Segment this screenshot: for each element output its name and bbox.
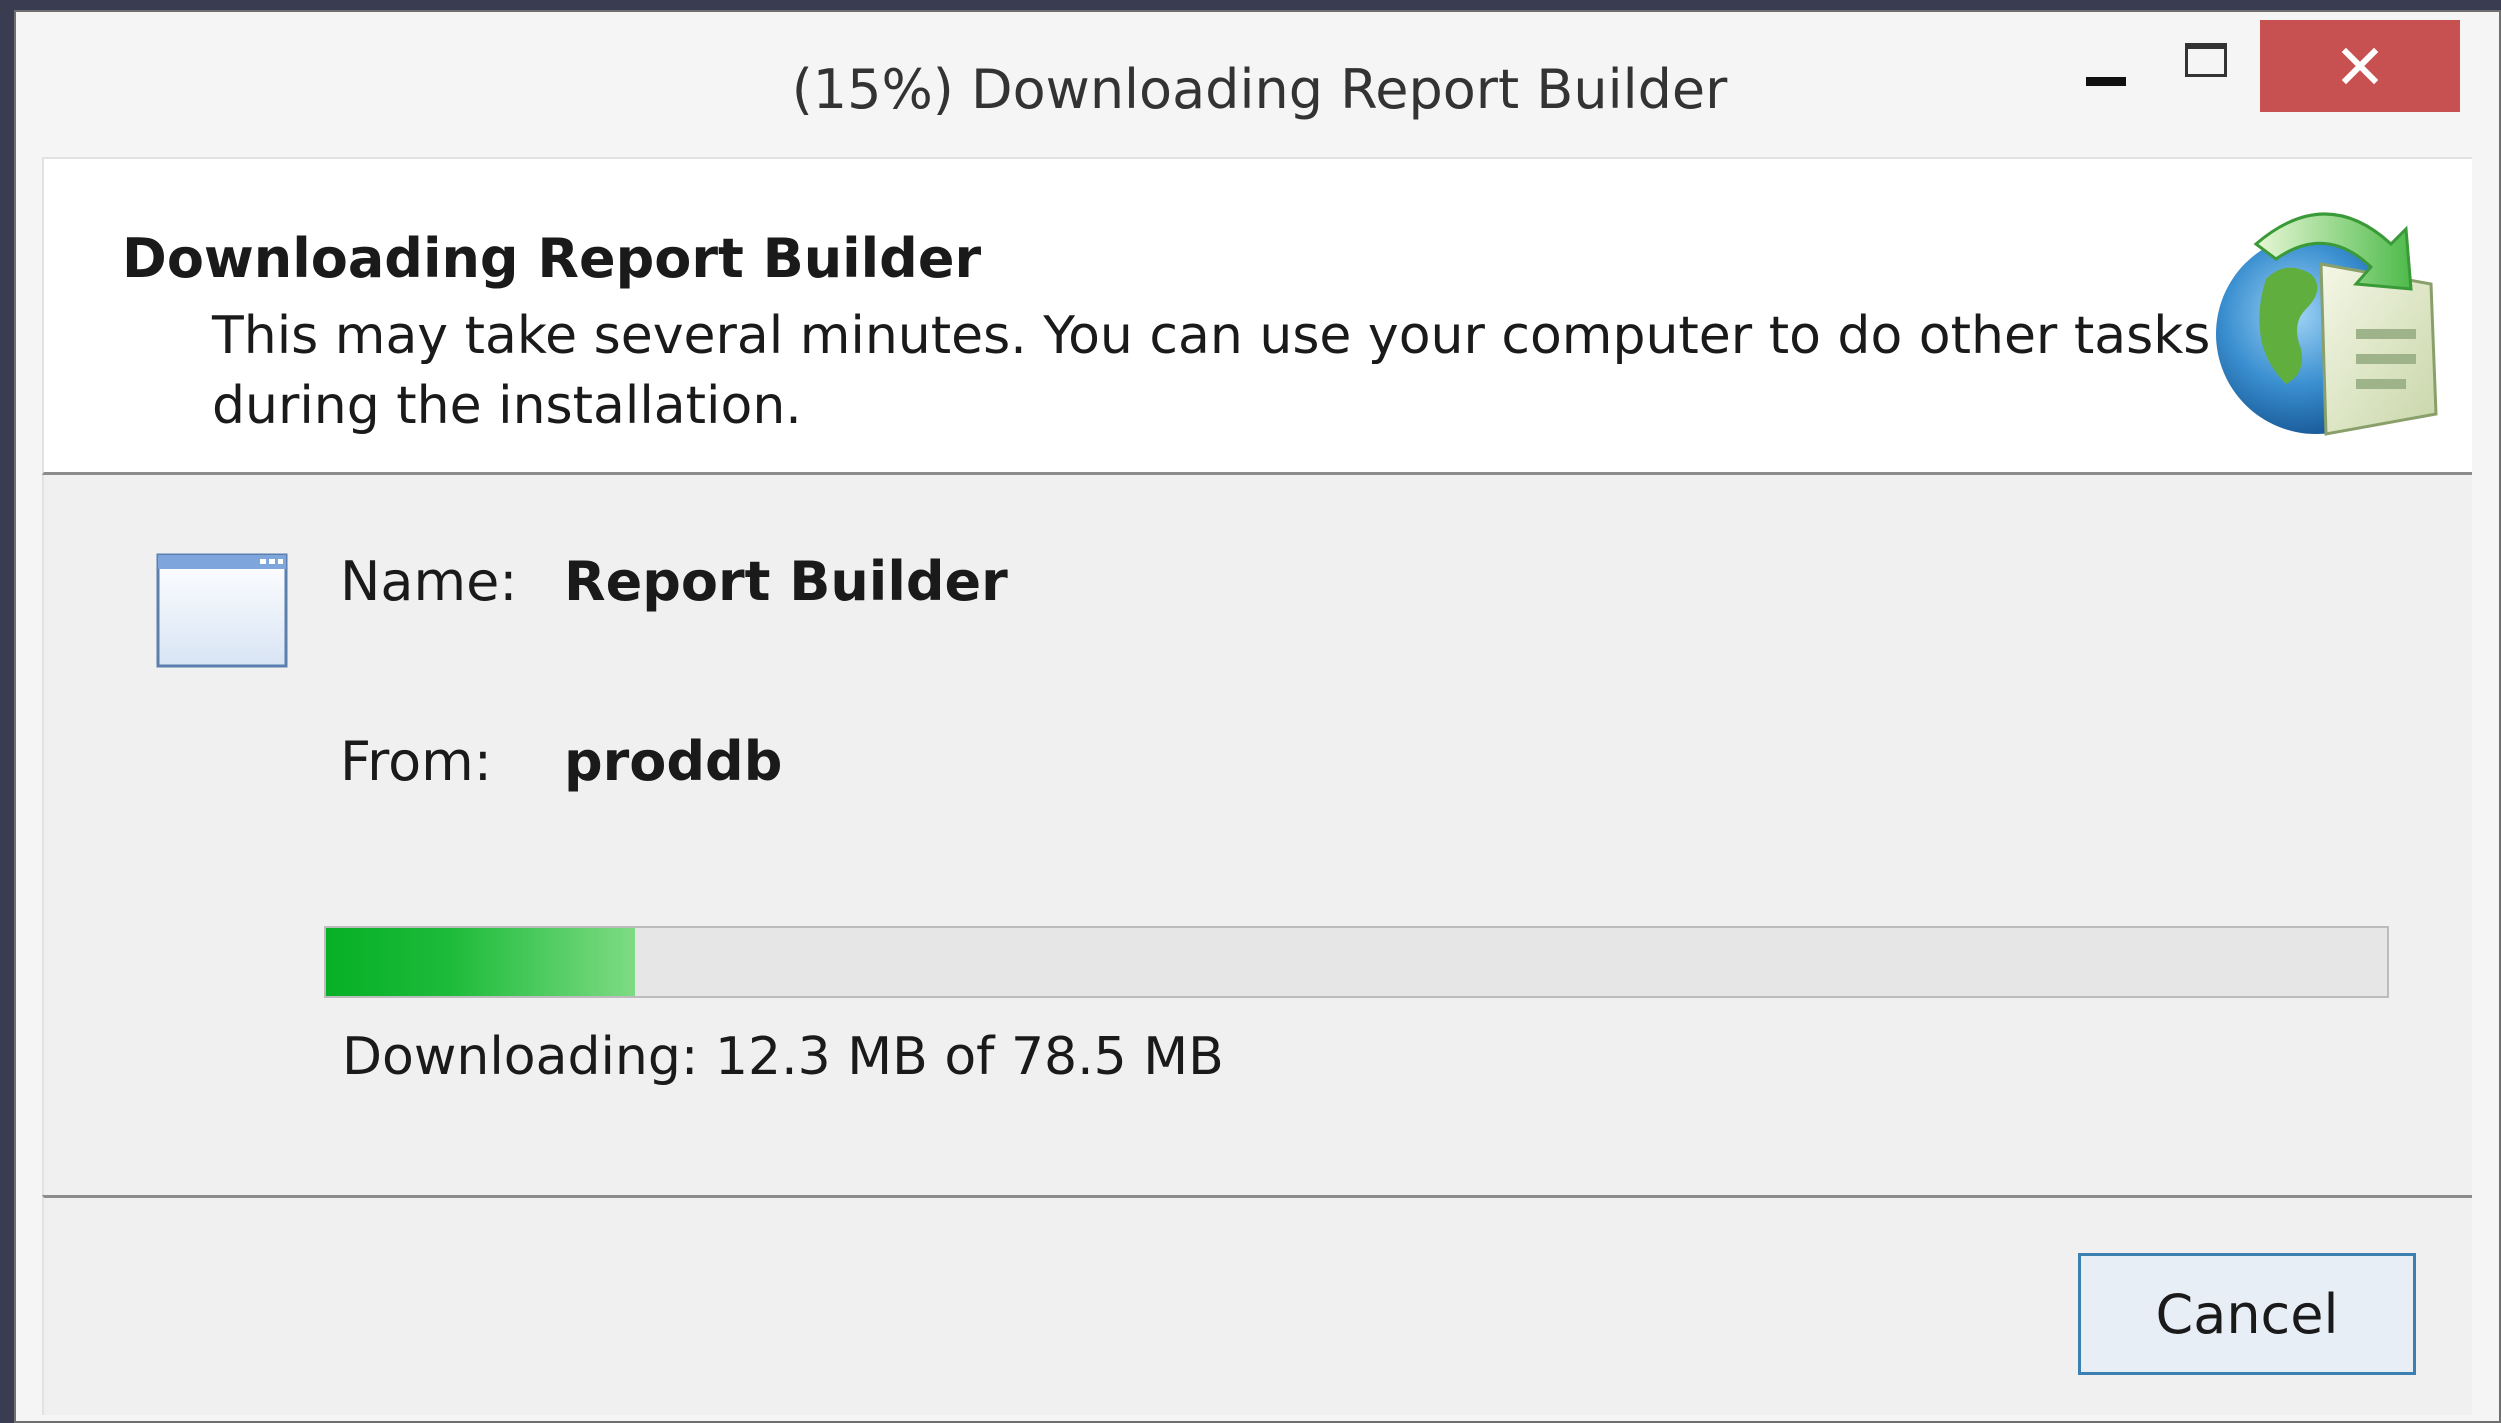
header-title: Downloading Report Builder — [122, 227, 982, 290]
title-bar[interactable]: (15%) Downloading Report Builder — [16, 12, 2499, 157]
application-window-icon — [156, 553, 288, 668]
close-icon — [2341, 47, 2379, 85]
name-value: Report Builder — [564, 550, 1008, 613]
download-status: Downloading: 12.3 MB of 78.5 MB — [342, 1027, 1224, 1087]
maximize-icon — [2185, 43, 2227, 77]
minimize-icon — [2086, 76, 2126, 86]
from-label: From: — [340, 730, 492, 793]
button-bar: Cancel — [42, 1195, 2472, 1415]
download-dialog: (15%) Downloading Report Builder Downloa… — [14, 10, 2501, 1423]
from-value: proddb — [564, 730, 783, 793]
close-button[interactable] — [2260, 20, 2460, 112]
minimize-button[interactable] — [2056, 24, 2156, 108]
download-progress-bar — [324, 926, 2389, 998]
header-panel: Downloading Report Builder This may take… — [42, 157, 2472, 475]
maximize-button[interactable] — [2156, 24, 2256, 108]
name-label: Name: — [340, 550, 518, 613]
progress-fill — [326, 928, 636, 996]
cancel-button[interactable]: Cancel — [2078, 1253, 2416, 1375]
globe-download-icon — [2216, 212, 2438, 436]
details-panel: Name: Report Builder From: proddb Downlo… — [42, 475, 2472, 1195]
header-description: This may take several minutes. You can u… — [212, 306, 2211, 436]
